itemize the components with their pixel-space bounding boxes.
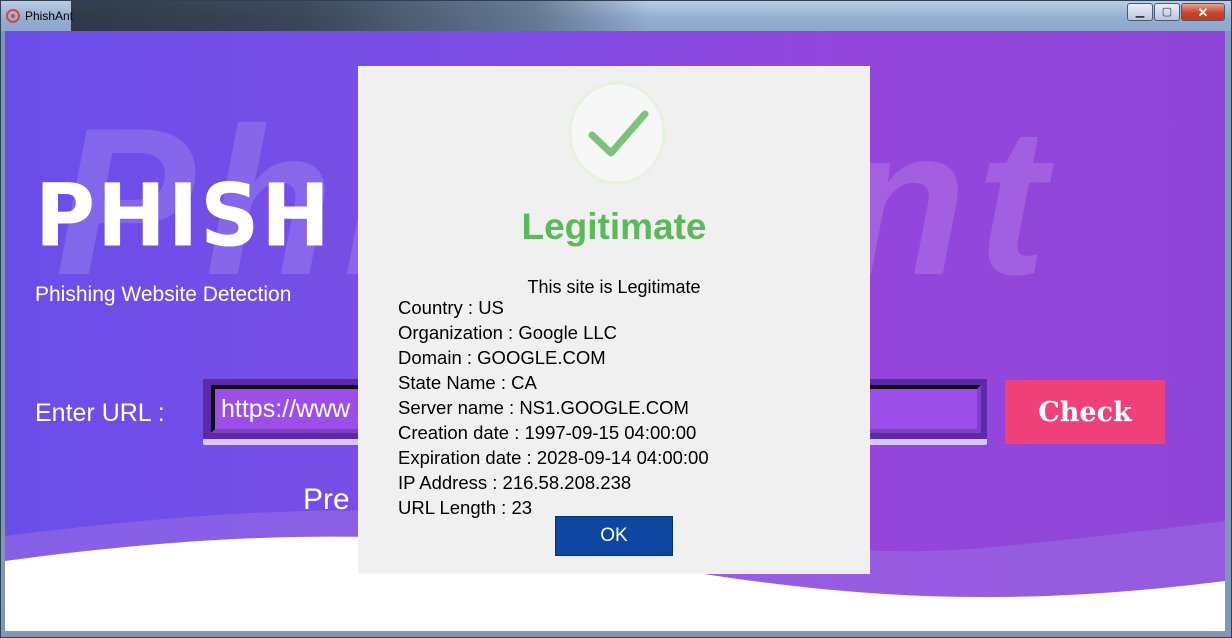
title-bar[interactable]: PhishAnt ▁ ▢ ✕ (1, 1, 1231, 31)
result-subtitle: This site is Legitimate (527, 277, 701, 297)
window-title: PhishAnt (25, 9, 74, 23)
url-label: Enter URL : (35, 399, 165, 427)
close-button[interactable]: ✕ (1181, 3, 1225, 21)
check-icon (568, 81, 666, 185)
detail-state-name: State Name : CA (398, 372, 537, 393)
detail-country: Country : US (398, 297, 504, 318)
detail-ip-address: IP Address : 216.58.208.238 (398, 472, 632, 493)
minimize-button[interactable]: ▁ (1127, 3, 1153, 21)
window-controls: ▁ ▢ ✕ (1126, 3, 1225, 21)
titlebar-backdrop (71, 1, 651, 31)
check-button[interactable]: Check (1005, 380, 1165, 444)
app-icon (6, 9, 20, 23)
detail-domain: Domain : GOOGLE.COM (398, 347, 606, 368)
tagline: Phishing Website Detection (35, 283, 292, 306)
app-window: PhishAnt ▁ ▢ ✕ PhishAnt PHISH A Phishing… (0, 0, 1232, 638)
detail-expiration-date: Expiration date : 2028-09-14 04:00:00 (398, 447, 709, 468)
detail-organization: Organization : Google LLC (398, 322, 618, 343)
ok-button[interactable]: OK (555, 516, 673, 556)
detail-server-name: Server name : NS1.GOOGLE.COM (398, 397, 689, 418)
result-dialog: Legitimate This site is Legitimate Count… (358, 66, 870, 574)
result-title: Legitimate (521, 206, 707, 247)
detail-creation-date: Creation date : 1997-09-15 04:00:00 (398, 422, 697, 443)
whois-details: Country : US Organization : Google LLC D… (398, 297, 709, 522)
maximize-button[interactable]: ▢ (1154, 3, 1180, 21)
